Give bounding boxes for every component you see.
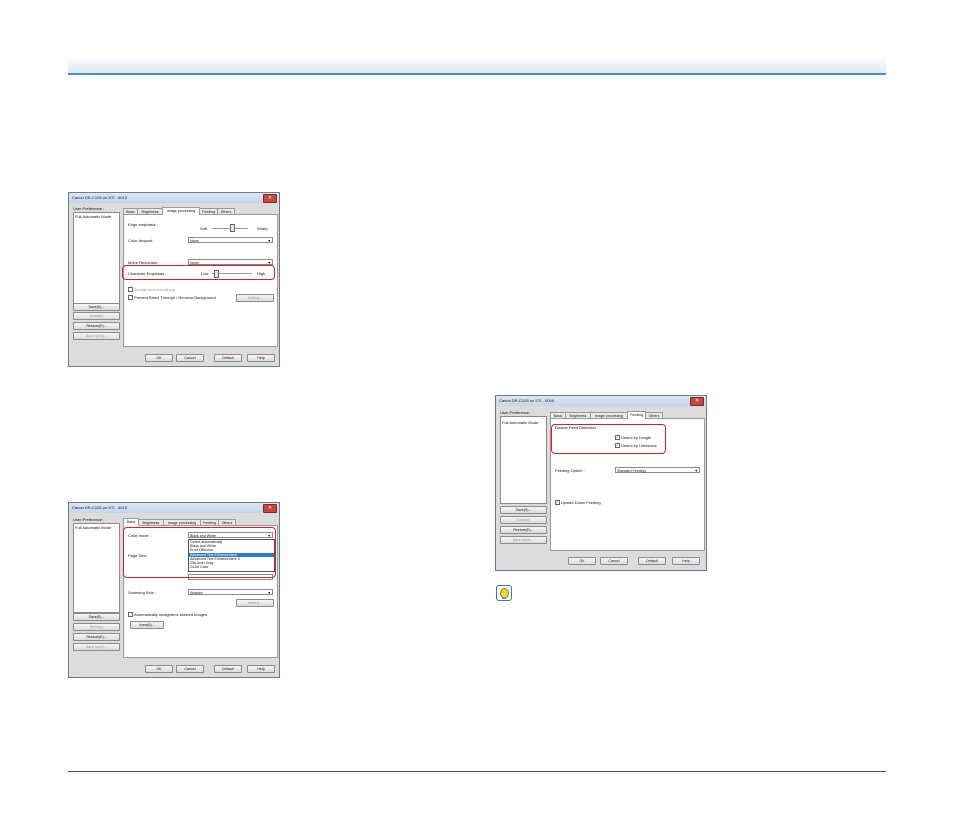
chevron-down-icon: ▼ bbox=[694, 469, 698, 473]
auto-straighten-label: Automatically straightens skewed images bbox=[134, 612, 208, 617]
select-value: None bbox=[190, 239, 199, 243]
dialog-title-bar: Canon DR-C125 on STI - 0009 bbox=[496, 396, 706, 406]
save-button[interactable]: Save(S)... bbox=[73, 613, 120, 621]
chevron-down-icon: ▼ bbox=[267, 591, 271, 595]
feeding-option-select[interactable]: Standard Feeding ▼ bbox=[615, 467, 700, 473]
cancel-button[interactable]: Cancel bbox=[176, 665, 204, 673]
background-smoothing-label: Background smoothing bbox=[134, 287, 175, 292]
backup-button[interactable]: Back Up(K)... bbox=[73, 332, 120, 340]
close-icon[interactable]: ✕ bbox=[263, 504, 277, 513]
ok-button[interactable]: OK bbox=[145, 665, 173, 673]
slider-thumb[interactable] bbox=[230, 224, 235, 232]
backup-button[interactable]: Back Up(K)... bbox=[73, 643, 120, 651]
lightbulb-hint-icon bbox=[496, 585, 512, 601]
background-smoothing-checkbox[interactable] bbox=[128, 287, 133, 292]
dialog-title: Canon DR-C125 on STI - 0013 bbox=[72, 505, 127, 510]
restore-button[interactable]: Restore(E)... bbox=[73, 322, 120, 330]
dialog-title: Canon DR-C125 on STI - 0013 bbox=[72, 195, 127, 200]
cancel-button[interactable]: Cancel bbox=[176, 354, 204, 362]
edge-sharp-label: Sharp bbox=[257, 226, 268, 231]
dialog-title: Canon DR-C125 on STI - 0009 bbox=[499, 398, 554, 403]
user-preference-list[interactable]: Full Automatic Mode bbox=[500, 416, 547, 504]
feeding-option-label: Feeding Option : bbox=[555, 468, 585, 473]
user-preference-list[interactable]: Full Automatic Mode bbox=[73, 523, 120, 613]
edge-soft-label: Soft bbox=[200, 226, 208, 231]
list-item[interactable]: Full Automatic Mode bbox=[502, 420, 538, 425]
edge-emphasis-label: Edge emphasis : bbox=[128, 222, 158, 227]
scanning-side-select[interactable]: Simplex ▼ bbox=[188, 589, 273, 595]
save-button[interactable]: Save(S)... bbox=[73, 303, 120, 311]
dialog-title-bar: Canon DR-C125 on STI - 0013 bbox=[69, 503, 279, 513]
cancel-button[interactable]: Cancel bbox=[600, 557, 628, 565]
user-preference-label: User Preference : bbox=[500, 410, 532, 415]
delete-button[interactable]: Delete(I) bbox=[73, 312, 120, 320]
dialog-feeding: Canon DR-C125 on STI - 0009 ✕ User Prefe… bbox=[495, 395, 707, 571]
area-button[interactable]: Area(A)... bbox=[130, 621, 164, 629]
highlight-frame bbox=[551, 424, 666, 454]
restore-button[interactable]: Restore(E)... bbox=[73, 633, 120, 641]
tab-strip: Basic Brightness Image processing Feedin… bbox=[123, 518, 273, 526]
delete-button[interactable]: Delete(I) bbox=[500, 516, 547, 524]
ok-button[interactable]: OK bbox=[145, 354, 173, 362]
auto-straighten-checkbox[interactable] bbox=[128, 612, 133, 617]
chevron-down-icon: ▼ bbox=[267, 239, 271, 243]
select-value: Simplex bbox=[190, 591, 203, 595]
highlight-frame bbox=[122, 265, 275, 280]
tab-strip: Basic Brightness Image processing Feedin… bbox=[550, 411, 700, 419]
save-button[interactable]: Save(S)... bbox=[500, 506, 547, 514]
user-preference-label: User Preference : bbox=[73, 517, 105, 522]
dialog-image-processing: Canon DR-C125 on STI - 0013 ✕ User Prefe… bbox=[68, 192, 280, 367]
select-value: Standard Feeding bbox=[617, 469, 646, 473]
prevent-bleed-checkbox[interactable] bbox=[128, 295, 133, 300]
help-button[interactable]: Help bbox=[672, 557, 700, 565]
default-button[interactable]: Default bbox=[638, 557, 666, 565]
bulb-base bbox=[501, 596, 506, 599]
tab-image-processing[interactable]: Image processing bbox=[162, 207, 200, 215]
setting-button[interactable]: Setting... bbox=[236, 294, 274, 302]
highlight-frame bbox=[123, 527, 276, 578]
user-preference-list[interactable]: Full Automatic Mode bbox=[73, 212, 120, 309]
tab-feeding[interactable]: Feeding bbox=[627, 411, 646, 419]
help-button[interactable]: Help bbox=[247, 665, 275, 673]
delete-button[interactable]: Delete(I) bbox=[73, 623, 120, 631]
help-button[interactable]: Help bbox=[247, 354, 275, 362]
header-bar bbox=[68, 56, 886, 75]
dialog-basic: Canon DR-C125 on STI - 0013 ✕ User Prefe… bbox=[68, 502, 280, 678]
list-item[interactable]: Full Automatic Mode bbox=[75, 525, 111, 530]
footer-rule bbox=[68, 771, 886, 772]
color-dropout-select[interactable]: None ▼ bbox=[188, 237, 273, 243]
close-icon[interactable]: ✕ bbox=[690, 397, 704, 406]
tab-panel: Edge emphasis : Soft Sharp Color dropout… bbox=[123, 214, 278, 347]
user-preference-label: User Preference : bbox=[73, 206, 105, 211]
scanning-side-label: Scanning Side : bbox=[128, 590, 157, 595]
tab-basic[interactable]: Basic bbox=[123, 518, 139, 526]
upside-down-checkbox[interactable]: ✓ bbox=[555, 500, 560, 505]
list-item[interactable]: Full Automatic Mode bbox=[75, 214, 111, 219]
close-icon[interactable]: ✕ bbox=[263, 194, 277, 203]
prevent-bleed-label: Prevent Bleed Through / Remove Backgroun… bbox=[134, 295, 216, 300]
ok-button[interactable]: OK bbox=[568, 557, 596, 565]
tab-strip: Basic Brightness Image processing Feedin… bbox=[123, 207, 273, 215]
upside-down-label: Upside-Down Feeding bbox=[561, 500, 601, 505]
color-dropout-label: Color dropout : bbox=[128, 238, 155, 243]
backup-button[interactable]: Back Up(K)... bbox=[500, 536, 547, 544]
default-button[interactable]: Default bbox=[214, 665, 242, 673]
default-button[interactable]: Default bbox=[214, 354, 242, 362]
setting-button[interactable]: Setting... bbox=[236, 599, 274, 607]
restore-button[interactable]: Restore(E)... bbox=[500, 526, 547, 534]
dialog-title-bar: Canon DR-C125 on STI - 0013 bbox=[69, 193, 279, 203]
